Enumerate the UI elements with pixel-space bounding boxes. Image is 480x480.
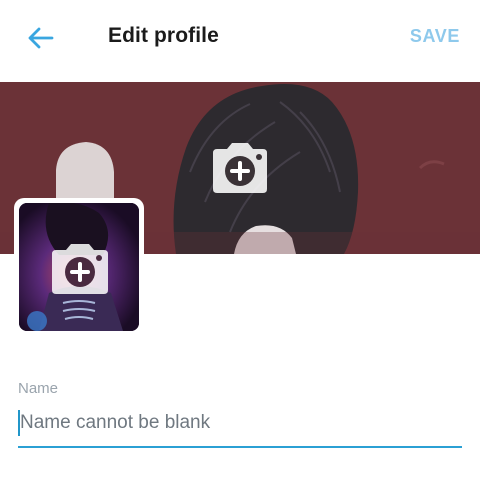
camera-plus-icon (213, 143, 267, 193)
top-app-bar: Edit profile SAVE (0, 0, 480, 80)
back-button[interactable] (22, 20, 58, 56)
page-title: Edit profile (108, 24, 219, 47)
text-caret (18, 410, 20, 436)
arrow-left-icon (28, 27, 54, 49)
save-button[interactable]: SAVE (410, 26, 460, 47)
name-label: Name (18, 380, 59, 397)
name-input[interactable] (18, 406, 464, 440)
name-input-underline (18, 446, 462, 448)
edit-profile-screen: Edit profile SAVE Name Name cannot be bl… (0, 0, 480, 480)
camera-plus-icon (52, 244, 108, 294)
